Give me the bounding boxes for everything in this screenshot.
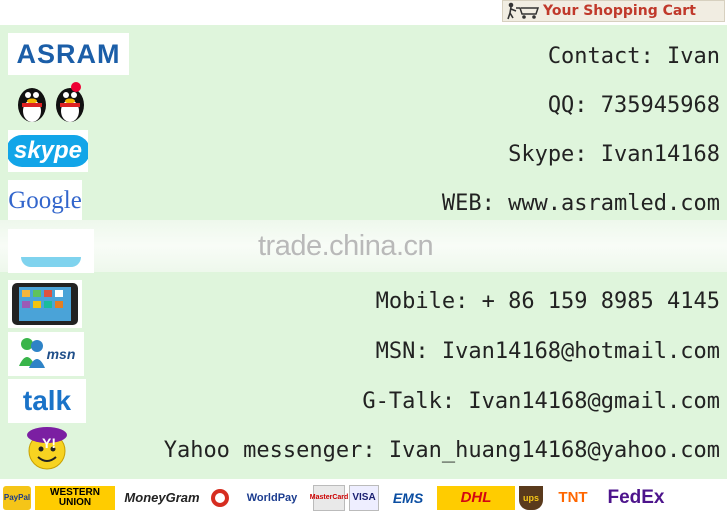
gtalk-icon: talk [8, 379, 86, 423]
google-icon: Google [8, 180, 82, 222]
contact-name-text: Contact: Ivan [547, 44, 720, 69]
paypal-logo: PayPal [3, 485, 31, 510]
skype-icon-label: skype [8, 135, 88, 167]
msn-icon-label: msn [46, 346, 76, 362]
yahoo-icon: Y! [8, 427, 86, 471]
tnt-logo: TNT [558, 489, 588, 506]
yahoo-icon-label: Y! [42, 435, 56, 451]
asram-logo-text: ASRAM [16, 38, 121, 69]
visa-logo: VISA [349, 484, 379, 511]
ems-logo: EMS [392, 489, 424, 506]
mastercard-logo: MasterCard [310, 484, 348, 511]
yahoo-address-text: Yahoo messenger: Ivan_huang14168@yahoo.c… [163, 438, 720, 463]
dhl-logo: DHL [437, 485, 515, 510]
google-icon-label: Google [8, 187, 82, 214]
asram-logo: ASRAM [8, 33, 129, 75]
watermark-text: trade.china.cn [258, 230, 434, 262]
moneygram-logo: MoneyGram [124, 490, 200, 505]
ups-logo: ups [519, 485, 543, 510]
top-bar: Your Shopping Cart [0, 0, 727, 25]
fedex-logo: FedEx [607, 486, 665, 508]
qq-penguins-icon [8, 81, 96, 125]
shopping-cart-button[interactable]: Your Shopping Cart [502, 0, 725, 22]
qq-number-text: QQ: 735945968 [547, 93, 720, 118]
moneygram-globe-icon [209, 486, 231, 510]
western-union-logo: WESTERN UNION [35, 485, 115, 510]
gtalk-icon-label: talk [22, 385, 72, 416]
cart-icon [503, 0, 543, 22]
gtalk-address-text: G-Talk: Ivan14168@gmail.com [362, 389, 720, 414]
shopping-cart-label: Your Shopping Cart [543, 3, 696, 19]
skype-icon: skype [8, 130, 88, 172]
skype-id-text: Skype: Ivan14168 [508, 142, 720, 167]
worldpay-logo: WorldPay [246, 491, 298, 504]
tablet-icon [8, 280, 82, 328]
mobile-number-text: Mobile: + 86 159 8985 4145 [375, 289, 720, 314]
payment-methods-bar: PayPal WESTERN UNION MoneyGram WorldPay … [0, 480, 727, 515]
blank-icon [8, 229, 94, 273]
msn-icon: msn [8, 332, 84, 376]
msn-address-text: MSN: Ivan14168@hotmail.com [375, 339, 720, 364]
web-url-text: WEB: www.asramled.com [441, 191, 720, 216]
